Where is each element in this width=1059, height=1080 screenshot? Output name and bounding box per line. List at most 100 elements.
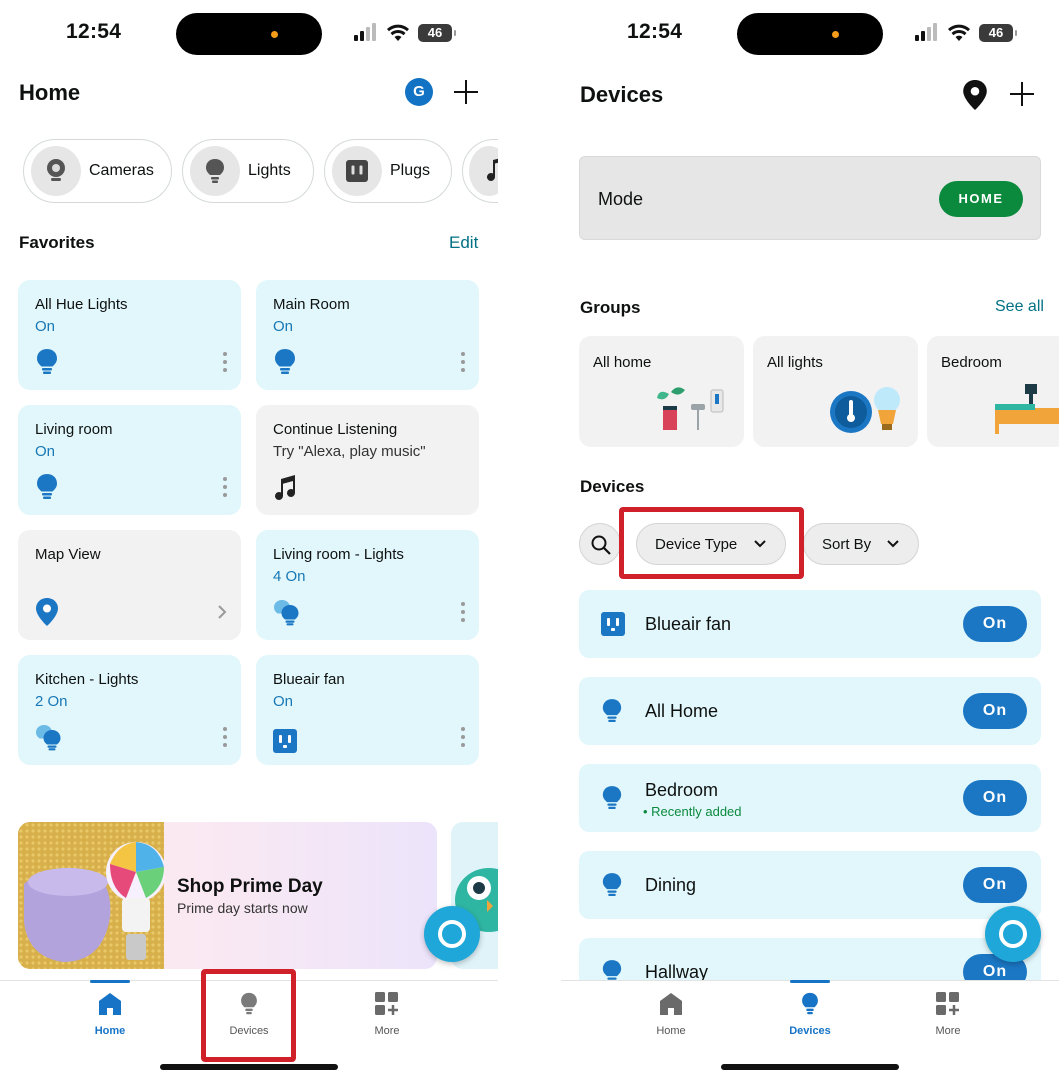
tab-more[interactable]: More: [337, 989, 437, 1049]
card-title: All Hue Lights: [35, 296, 128, 313]
device-toggle[interactable]: On: [963, 867, 1027, 903]
favorite-card-main-room[interactable]: Main Room On: [256, 280, 479, 390]
favorite-card-all-hue-lights[interactable]: All Hue Lights On: [18, 280, 241, 390]
mode-home-button[interactable]: HOME: [939, 181, 1023, 217]
grid-plus-icon: [936, 992, 959, 1015]
more-options-icon[interactable]: [223, 727, 227, 747]
chip-label: Cameras: [89, 162, 154, 179]
group-all-lights[interactable]: All lights: [753, 336, 918, 447]
bulb-icon: [601, 871, 623, 899]
filter-label: Sort By: [822, 536, 872, 553]
card-title: Kitchen - Lights: [35, 671, 139, 688]
device-row-blueair-fan[interactable]: Blueair fan On: [579, 590, 1041, 658]
bulb-icon: [601, 697, 623, 725]
favorite-card-map-view[interactable]: Map View: [18, 530, 241, 640]
tab-label: Home: [656, 1025, 686, 1037]
bulb-icon: [35, 473, 59, 501]
card-title: Continue Listening: [273, 421, 398, 438]
bed-icon: [995, 384, 1059, 434]
bulb-icon: [273, 348, 297, 376]
signal-icon: [354, 23, 380, 41]
tab-devices[interactable]: Devices: [760, 980, 860, 1049]
device-row-dining[interactable]: Dining On: [579, 851, 1041, 919]
avatar[interactable]: G: [405, 78, 433, 106]
device-toggle[interactable]: On: [963, 606, 1027, 642]
chip-cameras[interactable]: Cameras: [23, 139, 172, 203]
more-options-icon[interactable]: [223, 477, 227, 497]
highlight-box: [619, 507, 804, 579]
plants-switch-icon: [657, 387, 724, 430]
devices-heading: Devices: [580, 477, 645, 496]
alexa-button[interactable]: [985, 906, 1041, 962]
favorite-card-continue-listening[interactable]: Continue Listening Try "Alexa, play musi…: [256, 405, 479, 515]
recently-added-badge: • Recently added: [643, 804, 742, 819]
device-name: Bedroom: [645, 780, 719, 800]
status-time: 12:54: [627, 20, 683, 43]
page-title: Home: [19, 80, 81, 105]
music-icon: [469, 146, 498, 196]
card-title: Blueair fan: [273, 671, 345, 688]
mode-card: Mode HOME: [579, 156, 1041, 240]
alexa-button[interactable]: [424, 906, 480, 962]
promo-banner[interactable]: Shop Prime Day Prime day starts now: [18, 822, 437, 969]
home-icon: [99, 993, 121, 1015]
battery-indicator: 46: [418, 24, 456, 42]
bulb-group-icon: [35, 723, 63, 751]
group-label: All lights: [767, 354, 823, 371]
badge-text: Recently added: [651, 804, 742, 819]
card-title: Living room - Lights: [273, 546, 404, 563]
device-toggle[interactable]: On: [963, 780, 1027, 816]
promo-title: Shop Prime Day: [177, 876, 323, 897]
group-label: Bedroom: [941, 354, 1002, 371]
chip-label: Plugs: [390, 162, 431, 179]
highlight-box: [201, 969, 296, 1062]
tab-home[interactable]: Home: [621, 989, 721, 1049]
card-status: On: [273, 693, 294, 710]
favorite-card-kitchen-lights[interactable]: Kitchen - Lights 2 On: [18, 655, 241, 765]
chip-music[interactable]: [462, 139, 498, 203]
signal-icon: [915, 23, 941, 41]
card-status: Try "Alexa, play music": [273, 443, 426, 460]
bulb-icon: [601, 784, 623, 812]
chip-lights[interactable]: Lights: [182, 139, 314, 203]
device-row-bedroom[interactable]: Bedroom • Recently added On: [579, 764, 1041, 832]
plug-icon: [273, 727, 297, 755]
favorite-card-living-room-lights[interactable]: Living room - Lights 4 On: [256, 530, 479, 640]
location-pin-icon[interactable]: [962, 80, 988, 110]
edit-favorites-link[interactable]: Edit: [449, 233, 478, 253]
search-icon: [591, 535, 611, 555]
favorites-heading: Favorites: [19, 233, 95, 252]
chip-plugs[interactable]: Plugs: [324, 139, 452, 203]
bulb-icon: [35, 348, 59, 376]
group-bedroom[interactable]: Bedroom: [927, 336, 1059, 447]
see-all-groups-link[interactable]: See all: [995, 298, 1044, 316]
bulb-group-icon: [273, 598, 301, 626]
search-button[interactable]: [579, 523, 621, 565]
status-time: 12:54: [66, 20, 122, 43]
tab-more[interactable]: More: [898, 989, 998, 1049]
location-pin-icon: [35, 598, 59, 626]
card-title: Map View: [35, 546, 101, 563]
plus-icon[interactable]: [453, 79, 479, 105]
card-status: On: [273, 318, 294, 335]
device-toggle[interactable]: On: [963, 693, 1027, 729]
home-icon: [660, 993, 682, 1015]
favorite-card-blueair-fan[interactable]: Blueair fan On: [256, 655, 479, 765]
groups-heading: Groups: [580, 298, 641, 317]
more-options-icon[interactable]: [461, 352, 465, 372]
home-screen: 12:54 46 Home G Cameras Lights Plugs Fav…: [0, 0, 498, 1080]
tab-home[interactable]: Home: [60, 980, 160, 1049]
sort-by-filter[interactable]: Sort By: [803, 523, 919, 565]
device-name: Blueair fan: [645, 614, 732, 634]
wifi-icon: [948, 24, 970, 41]
more-options-icon[interactable]: [461, 602, 465, 622]
device-row-all-home[interactable]: All Home On: [579, 677, 1041, 745]
plug-icon: [601, 612, 625, 636]
plus-icon[interactable]: [1009, 81, 1035, 107]
group-all-home[interactable]: All home: [579, 336, 744, 447]
card-status: 2 On: [35, 693, 68, 710]
more-options-icon[interactable]: [461, 727, 465, 747]
favorite-card-living-room[interactable]: Living room On: [18, 405, 241, 515]
more-options-icon[interactable]: [223, 352, 227, 372]
bulb-icon: [190, 146, 240, 196]
